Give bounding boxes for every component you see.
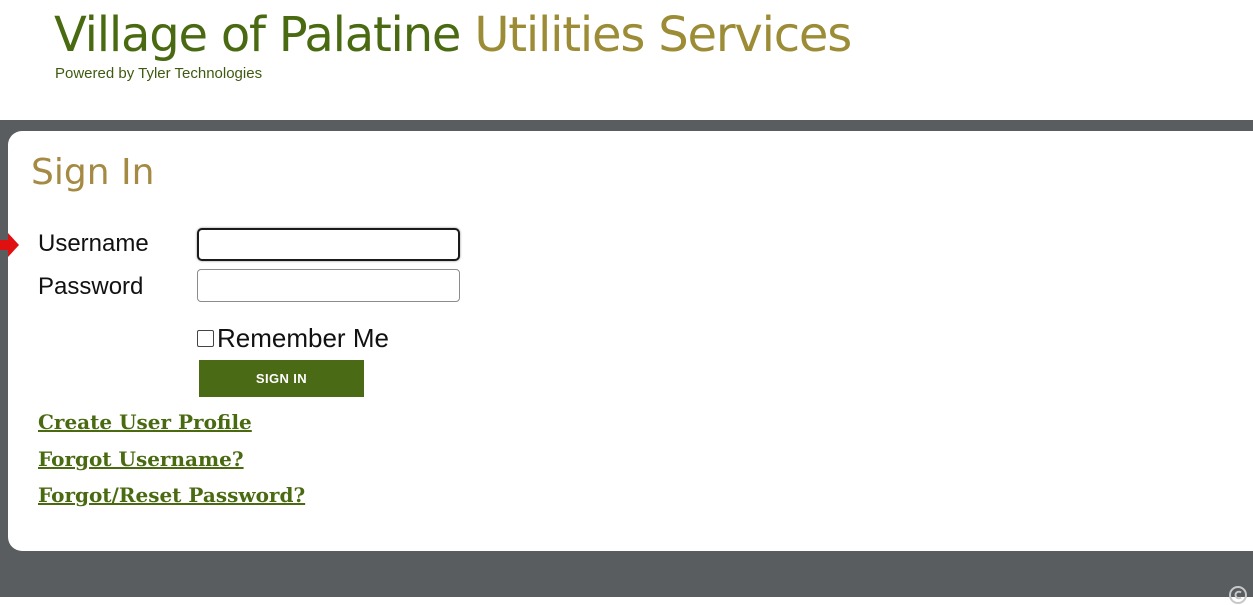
site-title-secondary: Utilities Services <box>474 7 852 63</box>
copyright-icon <box>1229 586 1247 604</box>
arrow-right-icon <box>0 233 19 257</box>
copyright-icon-ring <box>1229 586 1247 604</box>
site-title: Village of Palatine Utilities Services <box>54 4 852 66</box>
username-input[interactable] <box>197 228 460 261</box>
copyright-icon-c <box>1234 590 1242 600</box>
remember-me-checkbox[interactable] <box>197 329 214 347</box>
powered-by-text: Powered by Tyler Technologies <box>55 65 263 82</box>
sign-in-button[interactable]: SIGN IN <box>199 360 364 397</box>
forgot-username-link[interactable]: Forgot Username? <box>38 446 244 472</box>
forgot-reset-password-link[interactable]: Forgot/Reset Password? <box>38 482 305 508</box>
create-user-profile-link[interactable]: Create User Profile <box>38 409 252 435</box>
site-title-main: Village of Palatine <box>54 7 461 63</box>
remember-me-option[interactable]: Remember Me <box>197 323 389 353</box>
username-label: Username <box>38 230 149 257</box>
signin-heading: Sign In <box>31 152 155 193</box>
password-input[interactable] <box>197 269 460 302</box>
site-header: Village of Palatine Utilities Services P… <box>0 0 1253 120</box>
arrow-right-icon-shape <box>0 233 19 257</box>
remember-me-label[interactable]: Remember Me <box>217 323 389 353</box>
password-label: Password <box>38 273 144 300</box>
